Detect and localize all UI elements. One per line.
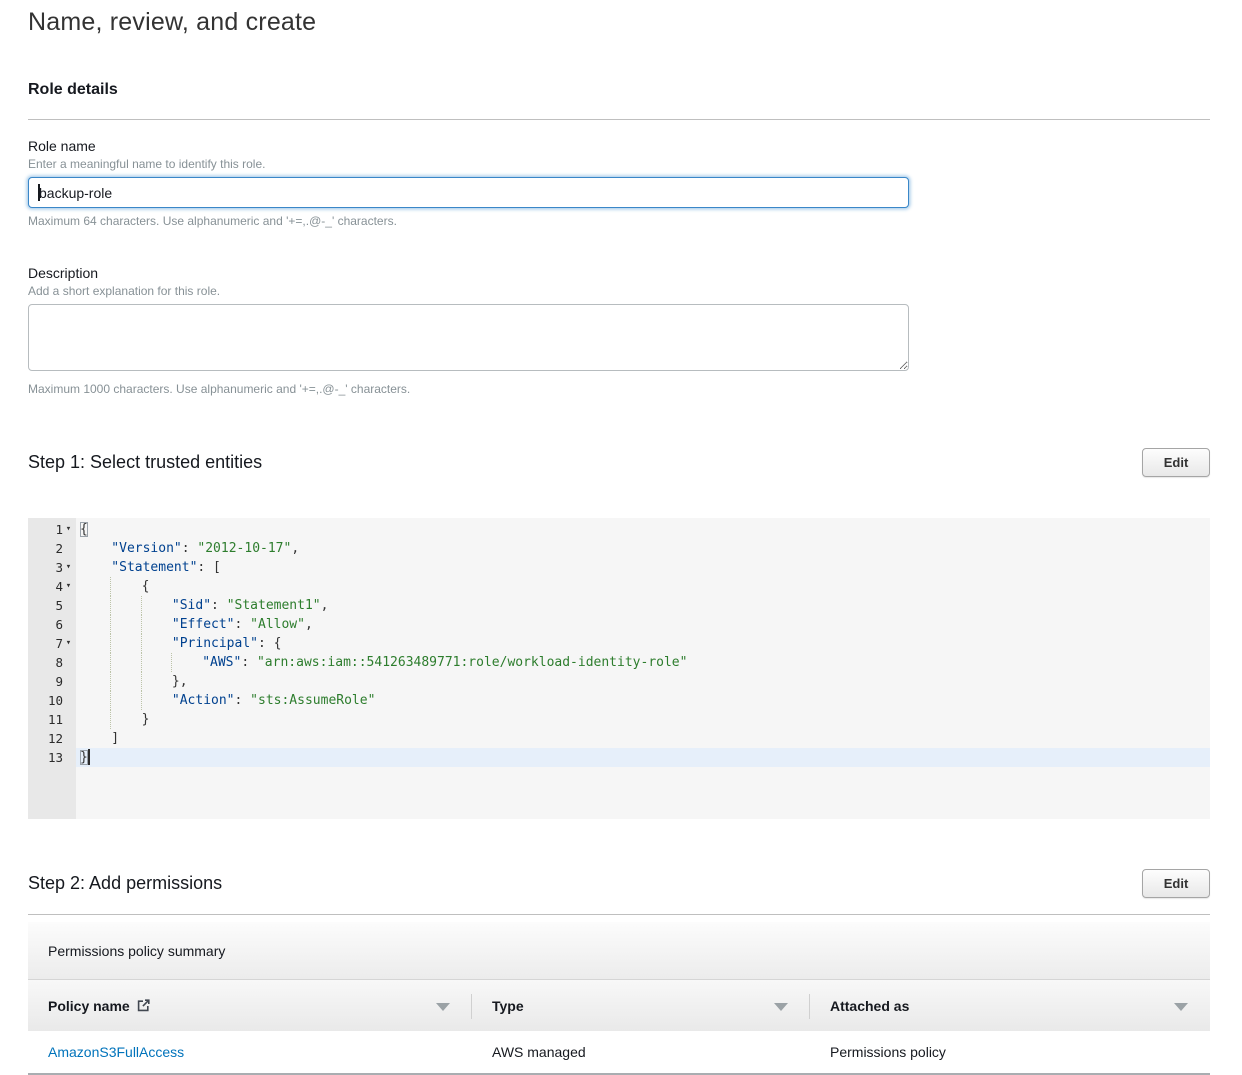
gutter-line-number: 6 bbox=[28, 615, 76, 634]
filter-dropdown-icon[interactable] bbox=[436, 1003, 450, 1011]
gutter-line-number: 9 bbox=[28, 672, 76, 691]
code-line[interactable]: "Effect": "Allow", bbox=[76, 615, 1210, 634]
code-line[interactable]: }, bbox=[76, 672, 1210, 691]
fold-arrow-icon[interactable]: ▾ bbox=[63, 577, 74, 596]
policy-attached-as-cell: Permissions policy bbox=[810, 1031, 1210, 1073]
role-name-field: Role name Enter a meaningful name to ide… bbox=[28, 138, 1210, 228]
role-details-heading: Role details bbox=[28, 81, 1210, 99]
external-link-icon bbox=[137, 999, 150, 1012]
step2-header: Step 2: Add permissions Edit bbox=[28, 869, 1210, 898]
text-caret bbox=[38, 184, 40, 201]
text-caret bbox=[88, 749, 90, 765]
description-helper: Add a short explanation for this role. bbox=[28, 284, 1210, 298]
fold-arrow-icon[interactable]: ▾ bbox=[63, 520, 74, 539]
gutter-line-number[interactable]: 7▾ bbox=[28, 634, 76, 653]
step1-header: Step 1: Select trusted entities Edit bbox=[28, 448, 1210, 477]
code-line[interactable]: "AWS": "arn:aws:iam::541263489771:role/w… bbox=[76, 653, 1210, 672]
code-line[interactable]: } bbox=[76, 710, 1210, 729]
step1-title: Step 1: Select trusted entities bbox=[28, 452, 262, 473]
policy-name-cell: AmazonS3FullAccess bbox=[28, 1031, 472, 1073]
gutter-line-number: 8 bbox=[28, 653, 76, 672]
fold-arrow-icon[interactable]: ▾ bbox=[63, 558, 74, 577]
policy-name-link[interactable]: AmazonS3FullAccess bbox=[48, 1044, 184, 1060]
gutter-line-number: 12 bbox=[28, 729, 76, 748]
column-header-attached-as: Attached as bbox=[810, 980, 1210, 1031]
section-divider bbox=[28, 914, 1210, 915]
filter-dropdown-icon[interactable] bbox=[1174, 1003, 1188, 1011]
code-line[interactable]: { bbox=[76, 577, 1210, 596]
step2-edit-button[interactable]: Edit bbox=[1142, 869, 1210, 898]
description-constraint: Maximum 1000 characters. Use alphanumeri… bbox=[28, 382, 1210, 396]
gutter-line-number[interactable]: 4▾ bbox=[28, 577, 76, 596]
code-line[interactable]: "Sid": "Statement1", bbox=[76, 596, 1210, 615]
permissions-panel: Permissions policy summary Policy name T… bbox=[28, 922, 1210, 1075]
page-container: Name, review, and create Role details Ro… bbox=[28, 8, 1210, 1075]
gutter-line-number[interactable]: 1▾ bbox=[28, 520, 76, 539]
filter-dropdown-icon[interactable] bbox=[774, 1003, 788, 1011]
description-label: Description bbox=[28, 265, 1210, 281]
code-line[interactable]: { bbox=[76, 520, 1210, 539]
table-row: AmazonS3FullAccess AWS managed Permissio… bbox=[28, 1031, 1210, 1075]
section-divider bbox=[28, 119, 1210, 120]
code-gutter: 1▾23▾4▾567▾8910111213 bbox=[28, 518, 76, 819]
fold-arrow-icon[interactable]: ▾ bbox=[63, 634, 74, 653]
role-name-constraint: Maximum 64 characters. Use alphanumeric … bbox=[28, 214, 1210, 228]
gutter-line-number[interactable]: 3▾ bbox=[28, 558, 76, 577]
step2-title: Step 2: Add permissions bbox=[28, 873, 222, 894]
permissions-panel-title: Permissions policy summary bbox=[48, 943, 225, 959]
code-line[interactable]: "Statement": [ bbox=[76, 558, 1210, 577]
gutter-line-number: 11 bbox=[28, 710, 76, 729]
role-name-label: Role name bbox=[28, 138, 1210, 154]
trust-policy-code-editor[interactable]: 1▾23▾4▾567▾8910111213 {"Version": "2012-… bbox=[28, 518, 1210, 819]
code-lines[interactable]: {"Version": "2012-10-17","Statement": [{… bbox=[76, 518, 1210, 819]
role-name-helper: Enter a meaningful name to identify this… bbox=[28, 157, 1210, 171]
column-header-type: Type bbox=[472, 980, 810, 1031]
gutter-line-number: 13 bbox=[28, 748, 76, 767]
role-name-input[interactable] bbox=[28, 177, 909, 208]
gutter-line-number: 5 bbox=[28, 596, 76, 615]
code-line[interactable]: "Principal": { bbox=[76, 634, 1210, 653]
code-line[interactable]: } bbox=[76, 748, 1210, 767]
description-textarea[interactable] bbox=[28, 304, 909, 371]
permissions-panel-header: Permissions policy summary bbox=[28, 922, 1210, 979]
column-header-policy-name: Policy name bbox=[28, 980, 472, 1031]
step1-edit-button[interactable]: Edit bbox=[1142, 448, 1210, 477]
code-line[interactable]: ] bbox=[76, 729, 1210, 748]
gutter-line-number: 2 bbox=[28, 539, 76, 558]
code-line[interactable]: "Version": "2012-10-17", bbox=[76, 539, 1210, 558]
policy-type-cell: AWS managed bbox=[472, 1031, 810, 1073]
page-title: Name, review, and create bbox=[28, 8, 1210, 37]
gutter-line-number: 10 bbox=[28, 691, 76, 710]
policy-table-header: Policy name Type Attached as bbox=[28, 979, 1210, 1031]
code-line[interactable]: "Action": "sts:AssumeRole" bbox=[76, 691, 1210, 710]
description-field: Description Add a short explanation for … bbox=[28, 265, 1210, 396]
